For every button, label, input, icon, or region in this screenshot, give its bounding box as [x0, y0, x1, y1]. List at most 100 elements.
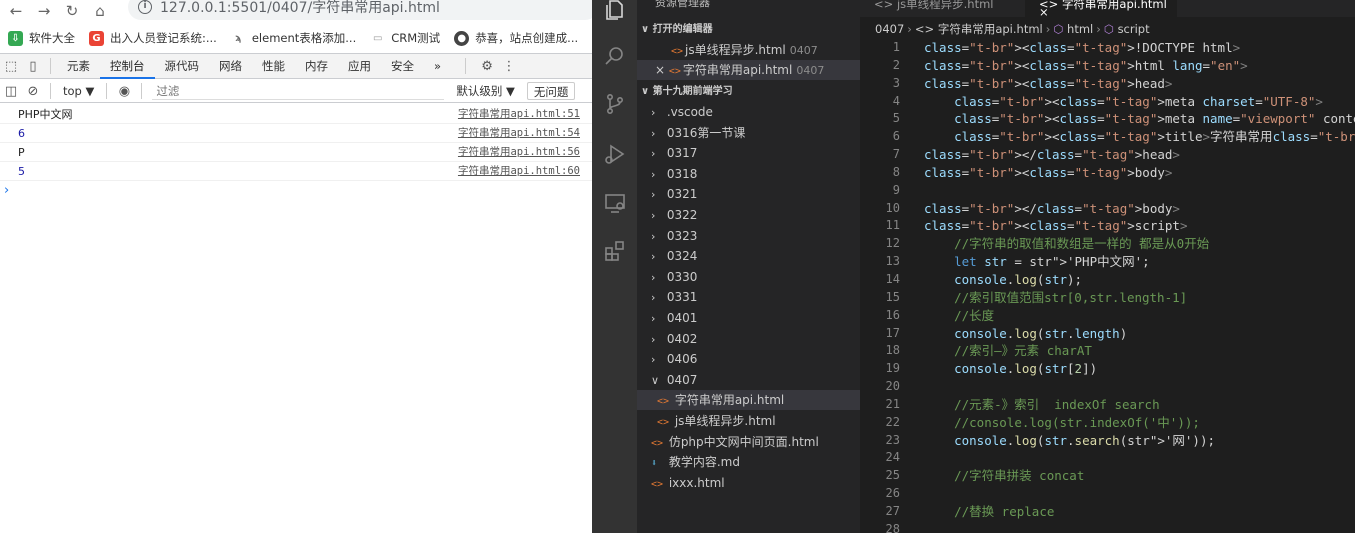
- kebab-menu-icon[interactable]: ⋮: [498, 59, 520, 74]
- workspace-header[interactable]: ∨ 第十九期前端学习: [637, 82, 860, 102]
- more-tabs-button[interactable]: »: [424, 54, 451, 79]
- tree-item[interactable]: › 0401: [637, 308, 860, 328]
- code-text: class="t-br"><class="t-tag">meta charset…: [954, 93, 1323, 109]
- editor-tab[interactable]: <> js单线程异步.html: [860, 0, 1025, 17]
- eye-icon[interactable]: ◉: [113, 84, 135, 99]
- bookmark-item[interactable]: ϡ element表格添加...: [231, 30, 356, 46]
- line-number: 4: [892, 93, 900, 108]
- log-source-link[interactable]: 字符串常用api.html:56: [458, 143, 580, 162]
- clear-console-icon[interactable]: ⊘: [22, 84, 44, 99]
- close-icon[interactable]: ×: [655, 63, 669, 77]
- tree-item[interactable]: › 0321: [637, 184, 860, 204]
- code-editor[interactable]: 1 class="t-br"><class="t-tag">!DOCTYPE ht…: [860, 39, 1355, 533]
- tree-item[interactable]: › .vscode: [637, 102, 860, 122]
- code-text: class="t-br"><class="t-tag">body>: [924, 164, 1173, 180]
- devtools-tab[interactable]: 应用: [338, 54, 381, 79]
- tree-item[interactable]: › 0322: [637, 205, 860, 225]
- code-line: 22 //console.log(str.indexOf('中'));: [860, 414, 1355, 432]
- tree-item[interactable]: › 0331: [637, 287, 860, 307]
- tree-item[interactable]: › 0318: [637, 164, 860, 184]
- tree-item[interactable]: › 0324: [637, 246, 860, 266]
- source-control-icon[interactable]: [592, 82, 637, 126]
- device-toggle-icon[interactable]: ▯: [22, 59, 44, 74]
- tree-item[interactable]: › 0317: [637, 143, 860, 163]
- tree-item[interactable]: › 0330: [637, 267, 860, 287]
- tree-item[interactable]: › 0406: [637, 349, 860, 369]
- line-number: 27: [885, 503, 900, 518]
- reload-icon[interactable]: ↻: [58, 0, 86, 22]
- devtools-tab[interactable]: 源代码: [155, 54, 210, 79]
- extensions-icon[interactable]: [592, 229, 637, 273]
- breadcrumb-item[interactable]: script: [1118, 22, 1150, 36]
- tree-item[interactable]: <> js单线程异步.html: [637, 411, 860, 431]
- tree-item[interactable]: › 0323: [637, 226, 860, 246]
- bookmark-item[interactable]: ▭ CRM测试: [370, 30, 440, 46]
- code-line: 4 class="t-br"><class="t-tag">meta chars…: [860, 93, 1355, 111]
- code-text: //字符串拼装 concat: [954, 468, 1085, 484]
- tree-item[interactable]: › 0316第一节课: [637, 123, 860, 143]
- breadcrumb-item[interactable]: 0407: [875, 22, 904, 36]
- tree-item[interactable]: <> ixxx.html: [637, 473, 860, 493]
- devtools-tab[interactable]: 控制台: [100, 54, 155, 79]
- divider: [50, 58, 51, 74]
- sidebar-toggle-icon[interactable]: ◫: [0, 84, 22, 99]
- search-icon[interactable]: [592, 34, 637, 78]
- issues-button[interactable]: 无问题: [526, 82, 576, 100]
- devtools-tab[interactable]: 元素: [57, 54, 100, 79]
- devtools-tab[interactable]: 性能: [252, 54, 295, 79]
- code-text: class="t-br"><class="t-tag">!DOCTYPE htm…: [924, 40, 1241, 55]
- line-number: 28: [885, 521, 900, 533]
- chevron-right-icon: ›: [651, 270, 656, 284]
- inspect-icon[interactable]: ⬚: [0, 59, 22, 74]
- tree-item[interactable]: ⬇ 教学内容.md: [637, 452, 860, 472]
- open-editors-header[interactable]: ∨ 打开的编辑器: [637, 20, 860, 40]
- chevron-right-icon: ›: [651, 332, 656, 346]
- log-source-link[interactable]: 字符串常用api.html:54: [458, 124, 580, 143]
- context-selector[interactable]: top ▼: [57, 82, 100, 100]
- log-source-link[interactable]: 字符串常用api.html:60: [458, 162, 580, 181]
- log-source-link[interactable]: 字符串常用api.html:51: [458, 105, 580, 124]
- open-editor-item[interactable]: × <> 字符串常用api.html 0407: [637, 60, 860, 80]
- file-name: 字符串常用api.html: [682, 63, 793, 77]
- file-name: 0323: [663, 228, 698, 243]
- filter-input[interactable]: [152, 82, 445, 100]
- line-number: 5: [892, 111, 900, 126]
- files-icon[interactable]: [592, 0, 637, 32]
- breadcrumb-item[interactable]: html: [1067, 22, 1093, 36]
- vscode-window: 资源管理器 ∨ 打开的编辑器 <> js单线程异步.html 0407 × <> 字符串…: [592, 0, 1355, 533]
- home-icon[interactable]: ⌂: [86, 0, 114, 22]
- forward-icon[interactable]: →: [30, 0, 58, 22]
- remote-explorer-icon[interactable]: [592, 181, 637, 225]
- code-line: 2 class="t-br"><class="t-tag">html lang="…: [860, 57, 1355, 75]
- log-level-select[interactable]: 默认级别 ▼: [450, 82, 521, 100]
- devtools-tab[interactable]: 内存: [295, 54, 338, 79]
- breadcrumb-item[interactable]: 字符串常用api.html: [938, 22, 1043, 36]
- bookmark-item[interactable]: ● 恭喜，站点创建成...: [454, 30, 578, 46]
- log-message: 5: [18, 165, 25, 178]
- code-text: //元素-》索引 indexOf search: [954, 396, 1160, 412]
- divider: [50, 83, 51, 99]
- open-editor-item[interactable]: <> js单线程异步.html 0407: [637, 40, 860, 60]
- tree-item[interactable]: ∨ 0407: [637, 370, 860, 390]
- chevron-right-icon: ›: [651, 312, 656, 325]
- code-text: //索引取值范围str[0,str.length-1]: [954, 289, 1188, 305]
- gear-icon[interactable]: ⚙: [476, 59, 498, 74]
- run-debug-icon[interactable]: [592, 132, 637, 176]
- devtools-tab[interactable]: 网络: [209, 54, 252, 79]
- tree-item[interactable]: <> 仿php中文网中间页面.html: [637, 432, 860, 452]
- line-number: 7: [892, 147, 900, 162]
- info-icon[interactable]: i: [138, 0, 152, 14]
- line-number: 13: [885, 254, 900, 269]
- back-icon[interactable]: ←: [2, 0, 30, 22]
- devtools-tabs: 元素 控制台 源代码 网络 性能 内存 应用 安全: [57, 54, 424, 79]
- tree-item[interactable]: › 0402: [637, 329, 860, 349]
- tree-item[interactable]: <> 字符串常用api.html: [637, 390, 860, 411]
- file-name: 仿php中文网中间页面.html: [665, 434, 819, 449]
- editor-tab[interactable]: <> 字符串常用api.html ×: [1025, 0, 1177, 17]
- bookmark-item[interactable]: ⇩ 软件大全: [8, 30, 75, 46]
- console-prompt[interactable]: ›: [4, 183, 9, 198]
- file-name: 0402: [663, 331, 698, 346]
- devtools-tab[interactable]: 安全: [381, 54, 424, 79]
- bookmark-item[interactable]: G 出入人员登记系统:...: [89, 30, 217, 46]
- address-bar[interactable]: i 127.0.0.1:5501/0407/字符串常用api.html: [128, 0, 592, 20]
